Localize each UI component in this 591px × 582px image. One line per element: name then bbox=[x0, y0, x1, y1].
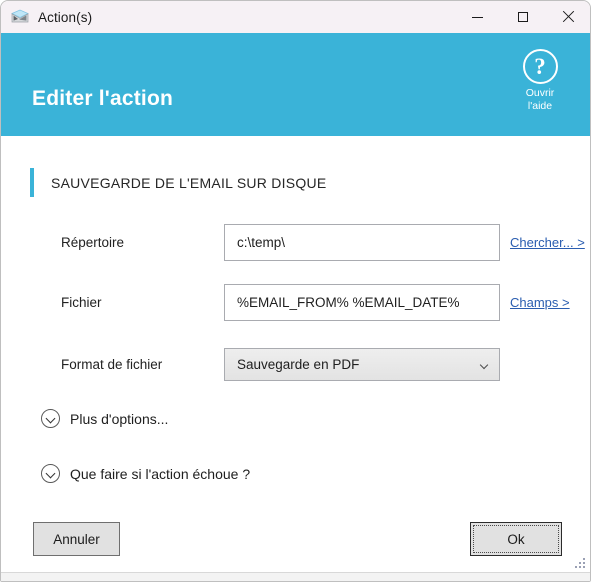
expander-on-failure[interactable]: Que faire si l'action échoue ? bbox=[41, 464, 250, 483]
ok-button-label: Ok bbox=[507, 531, 525, 547]
close-button[interactable] bbox=[545, 1, 590, 33]
question-mark-icon: ? bbox=[522, 49, 558, 84]
chevron-down-circle-icon bbox=[41, 464, 60, 483]
section-accent-bar bbox=[30, 168, 34, 197]
open-help-button[interactable]: ? Ouvrir l'aide bbox=[509, 49, 571, 112]
dialog-header: Editer l'action ? Ouvrir l'aide bbox=[1, 33, 590, 136]
field-row-format: Format de fichier Sauvegarde en PDF bbox=[1, 346, 590, 382]
field-row-file: Fichier Champs > bbox=[1, 283, 590, 321]
resize-grip[interactable] bbox=[573, 558, 586, 571]
fields-link[interactable]: Champs > bbox=[510, 295, 570, 310]
page-title: Editer l'action bbox=[32, 87, 174, 110]
title-bar: Action(s) bbox=[1, 1, 590, 33]
file-label: Fichier bbox=[61, 294, 102, 310]
close-icon bbox=[562, 11, 574, 23]
minimize-icon bbox=[472, 16, 483, 18]
ok-button[interactable]: Ok bbox=[470, 522, 562, 556]
section-header: SAUVEGARDE DE L'EMAIL SUR DISQUE bbox=[30, 168, 326, 197]
format-label: Format de fichier bbox=[61, 356, 163, 372]
maximize-button[interactable] bbox=[500, 1, 545, 33]
cancel-button[interactable]: Annuler bbox=[33, 522, 120, 556]
chevron-down-icon bbox=[481, 362, 488, 366]
format-selected-value: Sauvegarde en PDF bbox=[237, 356, 360, 372]
expander-more-options[interactable]: Plus d'options... bbox=[41, 409, 168, 428]
window-title: Action(s) bbox=[38, 9, 93, 25]
section-title: SAUVEGARDE DE L'EMAIL SUR DISQUE bbox=[51, 174, 327, 191]
expander-on-failure-label: Que faire si l'action échoue ? bbox=[70, 465, 251, 482]
mail-envelope-icon bbox=[11, 8, 29, 26]
directory-input[interactable] bbox=[224, 223, 500, 261]
chevron-down-circle-icon bbox=[41, 409, 60, 428]
status-bar bbox=[1, 572, 590, 581]
cancel-button-label: Annuler bbox=[53, 531, 100, 547]
help-label-line2: l'aide bbox=[527, 99, 553, 112]
dialog-body: SAUVEGARDE DE L'EMAIL SUR DISQUE Réperto… bbox=[1, 136, 590, 581]
browse-link[interactable]: Chercher... > bbox=[510, 235, 585, 250]
expander-more-options-label: Plus d'options... bbox=[70, 410, 169, 427]
maximize-icon bbox=[517, 12, 528, 22]
window-controls bbox=[455, 1, 590, 33]
dialog-window: Action(s) Editer l'action ? Ouvrir l'aid… bbox=[0, 0, 591, 582]
directory-label: Répertoire bbox=[61, 234, 125, 250]
minimize-button[interactable] bbox=[455, 1, 500, 33]
field-row-directory: Répertoire Chercher... > bbox=[1, 223, 590, 261]
file-input[interactable] bbox=[224, 283, 500, 321]
help-label-line1: Ouvrir bbox=[525, 87, 555, 99]
format-select[interactable]: Sauvegarde en PDF bbox=[224, 347, 500, 381]
